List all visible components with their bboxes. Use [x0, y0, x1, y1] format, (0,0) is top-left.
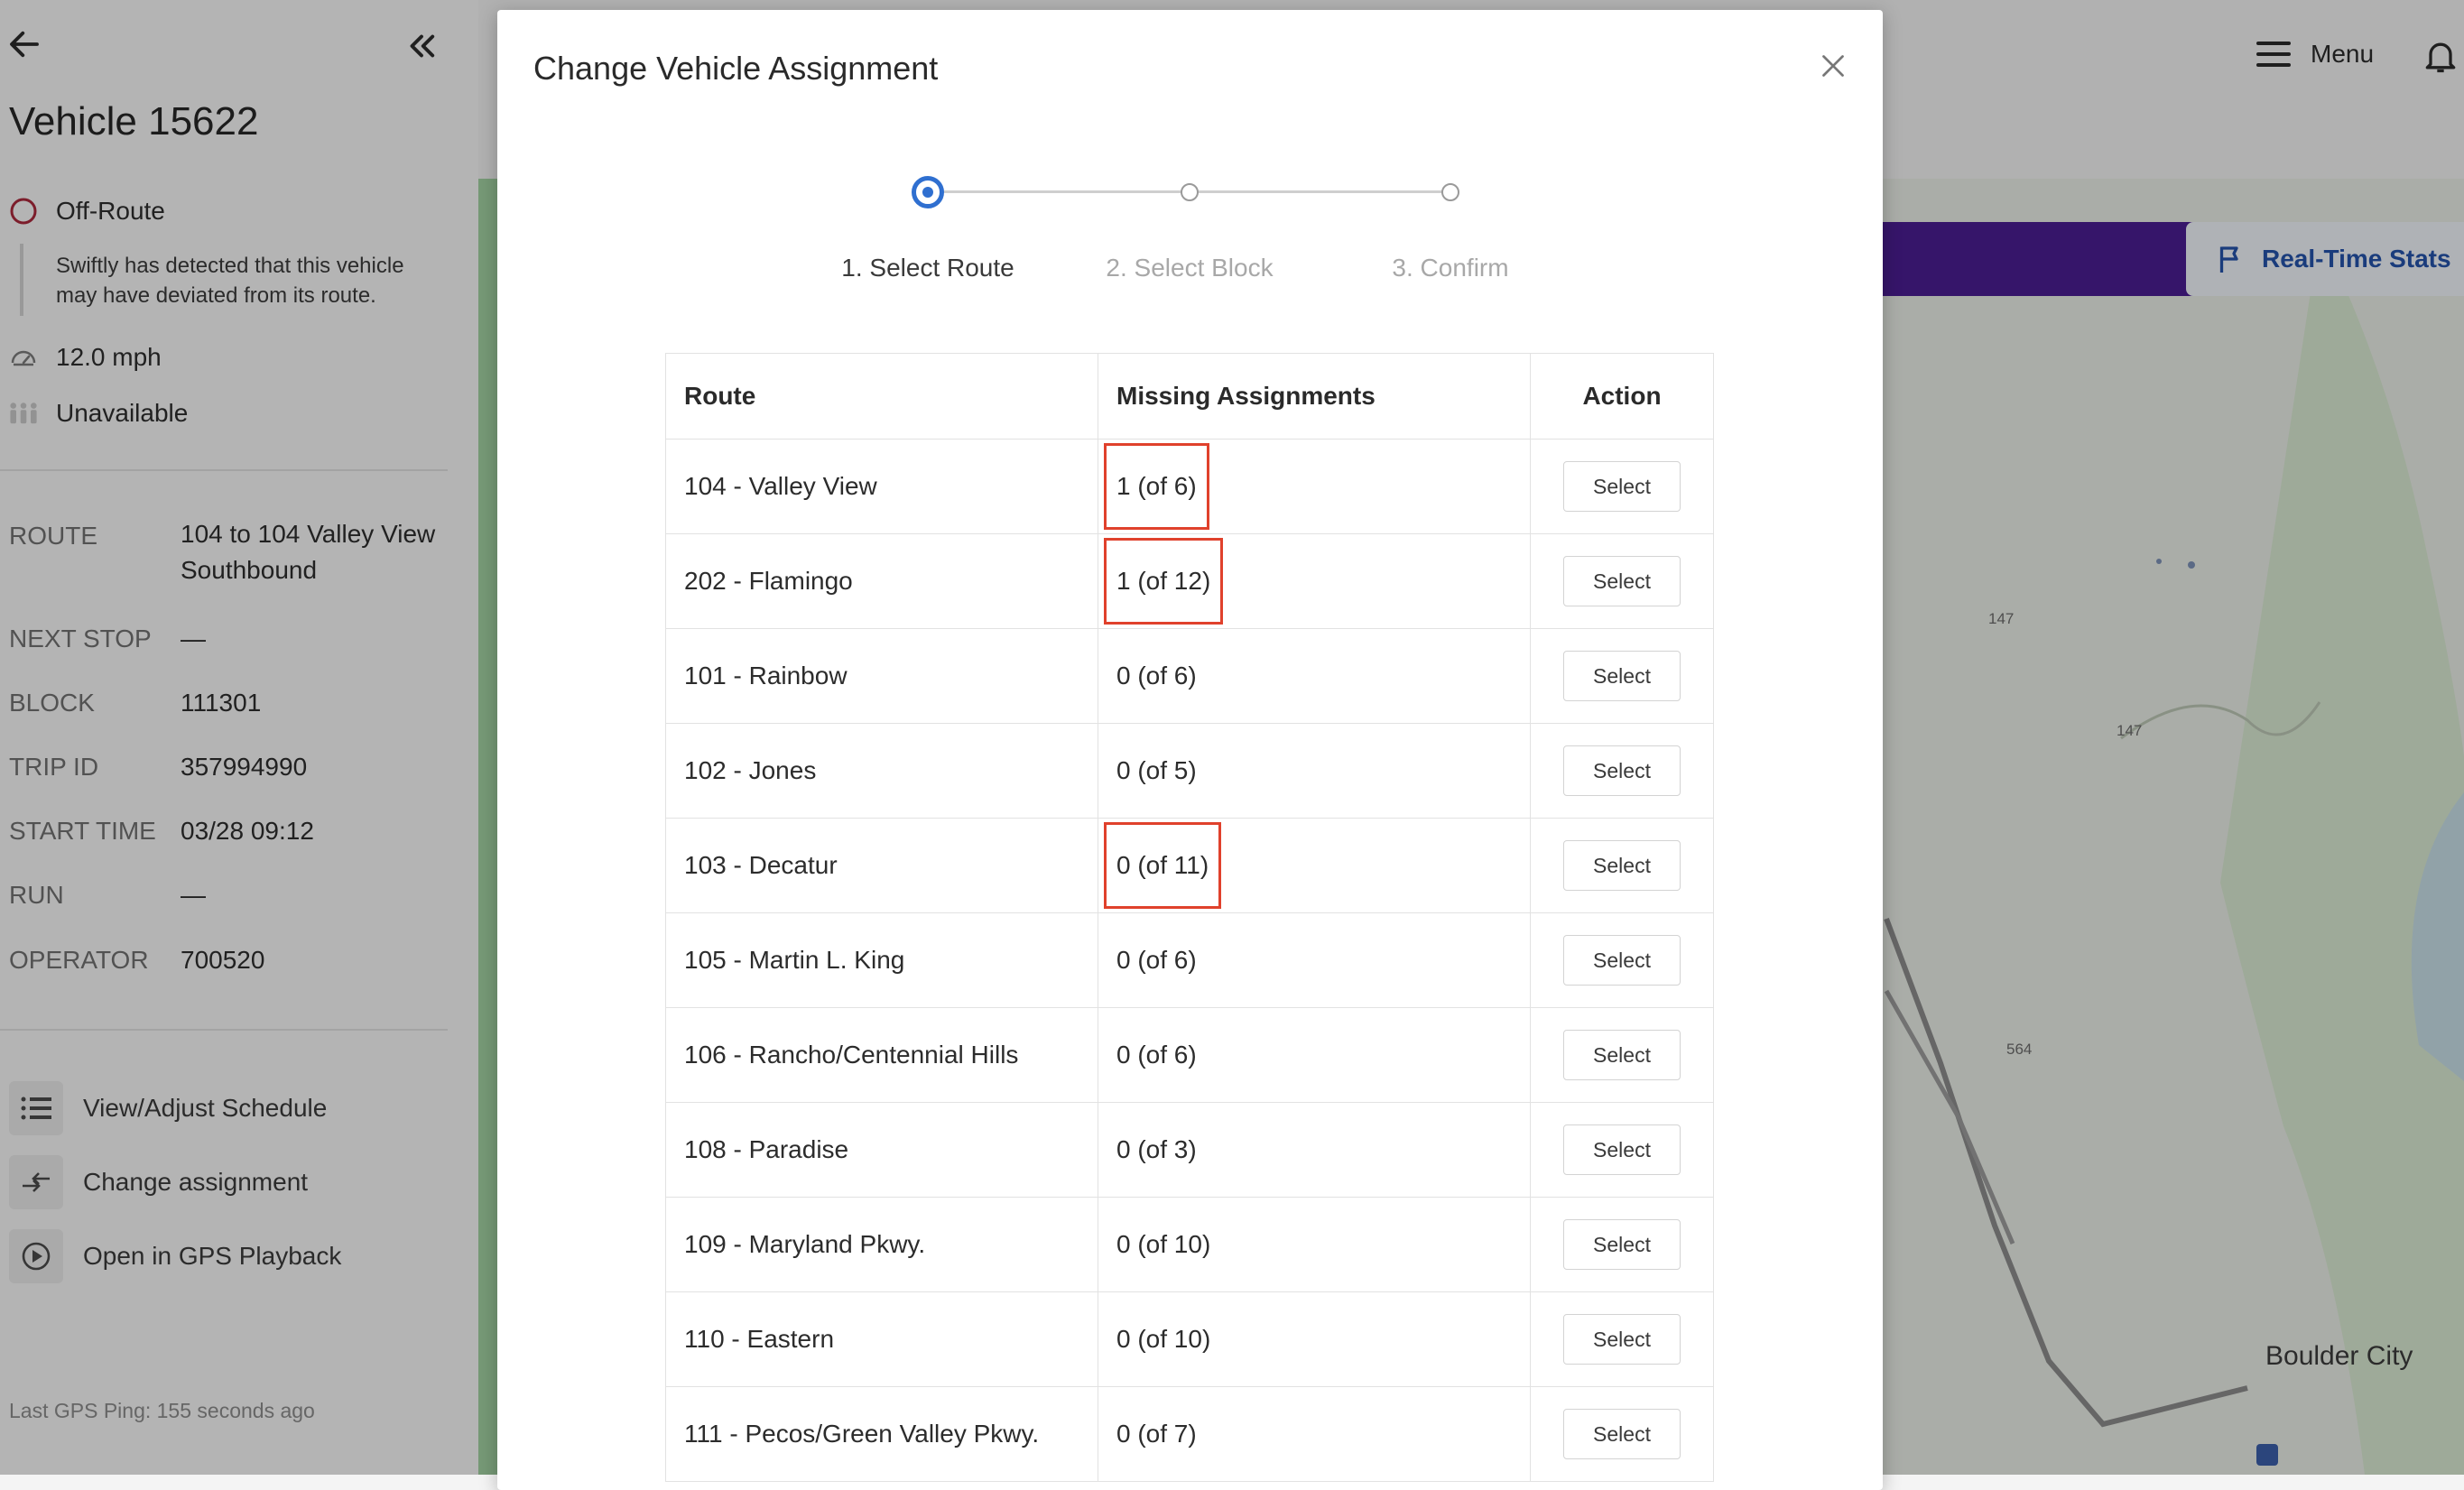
column-header-action: Action — [1530, 353, 1714, 440]
action-cell: Select — [1530, 723, 1714, 819]
step-dot-active — [912, 176, 944, 208]
missing-assignments: 0 (of 3) — [1116, 1135, 1197, 1163]
column-header-route: Route — [665, 353, 1098, 440]
action-cell: Select — [1530, 1102, 1714, 1198]
route-table-body: 104 - Valley View 1 (of 6) Select 202 - Fla… — [665, 439, 1714, 1482]
action-cell: Select — [1530, 1197, 1714, 1292]
route-name: 106 - Rancho/Centennial Hills — [665, 1007, 1098, 1103]
action-cell: Select — [1530, 1386, 1714, 1482]
route-name: 110 - Eastern — [665, 1291, 1098, 1387]
missing-assignments-cell: 0 (of 10) — [1098, 1291, 1531, 1387]
route-name: 108 - Paradise — [665, 1102, 1098, 1198]
missing-assignments-cell: 1 (of 6) — [1098, 439, 1531, 534]
route-name: 102 - Jones — [665, 723, 1098, 819]
close-icon[interactable] — [1817, 50, 1849, 82]
missing-assignments-cell: 0 (of 3) — [1098, 1102, 1531, 1198]
missing-assignments: 0 (of 7) — [1116, 1420, 1197, 1448]
missing-assignments: 0 (of 5) — [1116, 756, 1197, 784]
select-route-button[interactable]: Select — [1563, 556, 1681, 606]
missing-assignments-cell: 1 (of 12) — [1098, 533, 1531, 629]
table-row: 101 - Rainbow 0 (of 6) Select — [665, 628, 1714, 724]
step-label-select-route: 1. Select Route — [841, 254, 1014, 282]
step-dot — [1181, 183, 1199, 201]
table-row: 111 - Pecos/Green Valley Pkwy. 0 (of 7) Se… — [665, 1386, 1714, 1482]
missing-assignments-highlighted: 1 (of 12) — [1103, 538, 1224, 625]
missing-assignments-cell: 0 (of 5) — [1098, 723, 1531, 819]
missing-assignments-highlighted: 0 (of 11) — [1103, 822, 1222, 909]
action-cell: Select — [1530, 1007, 1714, 1103]
table-row: 106 - Rancho/Centennial Hills 0 (of 6) Sel… — [665, 1007, 1714, 1103]
table-row: 104 - Valley View 1 (of 6) Select — [665, 439, 1714, 534]
table-row: 105 - Martin L. King 0 (of 6) Select — [665, 912, 1714, 1008]
select-route-button[interactable]: Select — [1563, 1030, 1681, 1080]
missing-assignments: 0 (of 6) — [1116, 662, 1197, 689]
select-route-button[interactable]: Select — [1563, 1124, 1681, 1175]
route-name: 103 - Decatur — [665, 818, 1098, 913]
step-dot — [1441, 183, 1459, 201]
missing-assignments-cell: 0 (of 6) — [1098, 1007, 1531, 1103]
select-route-button[interactable]: Select — [1563, 840, 1681, 891]
missing-assignments-cell: 0 (of 7) — [1098, 1386, 1531, 1482]
table-row: 109 - Maryland Pkwy. 0 (of 10) Select — [665, 1197, 1714, 1292]
action-cell: Select — [1530, 912, 1714, 1008]
column-header-missing: Missing Assignments — [1098, 353, 1531, 440]
select-route-button[interactable]: Select — [1563, 651, 1681, 701]
action-cell: Select — [1530, 439, 1714, 534]
select-route-button[interactable]: Select — [1563, 1219, 1681, 1270]
select-route-button[interactable]: Select — [1563, 1314, 1681, 1365]
select-route-button[interactable]: Select — [1563, 935, 1681, 986]
missing-assignments-cell: 0 (of 11) — [1098, 818, 1531, 913]
missing-assignments: 0 (of 10) — [1116, 1230, 1211, 1258]
missing-assignments: 0 (of 6) — [1116, 946, 1197, 974]
table-row: 110 - Eastern 0 (of 10) Select — [665, 1291, 1714, 1387]
table-row: 202 - Flamingo 1 (of 12) Select — [665, 533, 1714, 629]
action-cell: Select — [1530, 1291, 1714, 1387]
missing-assignments-cell: 0 (of 6) — [1098, 628, 1531, 724]
missing-assignments: 0 (of 6) — [1116, 1041, 1197, 1069]
select-route-button[interactable]: Select — [1563, 745, 1681, 796]
action-cell: Select — [1530, 533, 1714, 629]
change-vehicle-assignment-modal: Change Vehicle Assignment 1. Select Rout… — [497, 10, 1883, 1490]
action-cell: Select — [1530, 628, 1714, 724]
step-label-confirm: 3. Confirm — [1392, 254, 1509, 282]
missing-assignments: 0 (of 10) — [1116, 1325, 1211, 1353]
step-label-select-block: 2. Select Block — [1106, 254, 1274, 282]
route-name: 101 - Rainbow — [665, 628, 1098, 724]
select-route-button[interactable]: Select — [1563, 1409, 1681, 1459]
route-table: Route Missing Assignments Action 104 - V… — [665, 353, 1714, 1482]
route-name: 202 - Flamingo — [665, 533, 1098, 629]
select-route-button[interactable]: Select — [1563, 461, 1681, 512]
table-row: 103 - Decatur 0 (of 11) Select — [665, 818, 1714, 913]
missing-assignments-highlighted: 1 (of 6) — [1104, 443, 1209, 530]
route-name: 111 - Pecos/Green Valley Pkwy. — [665, 1386, 1098, 1482]
route-name: 105 - Martin L. King — [665, 912, 1098, 1008]
action-cell: Select — [1530, 818, 1714, 913]
table-row: 102 - Jones 0 (of 5) Select — [665, 723, 1714, 819]
modal-title: Change Vehicle Assignment — [533, 50, 939, 87]
table-header-row: Route Missing Assignments Action — [665, 353, 1714, 440]
table-row: 108 - Paradise 0 (of 3) Select — [665, 1102, 1714, 1198]
route-name: 104 - Valley View — [665, 439, 1098, 534]
route-name: 109 - Maryland Pkwy. — [665, 1197, 1098, 1292]
missing-assignments-cell: 0 (of 6) — [1098, 912, 1531, 1008]
missing-assignments-cell: 0 (of 10) — [1098, 1197, 1531, 1292]
